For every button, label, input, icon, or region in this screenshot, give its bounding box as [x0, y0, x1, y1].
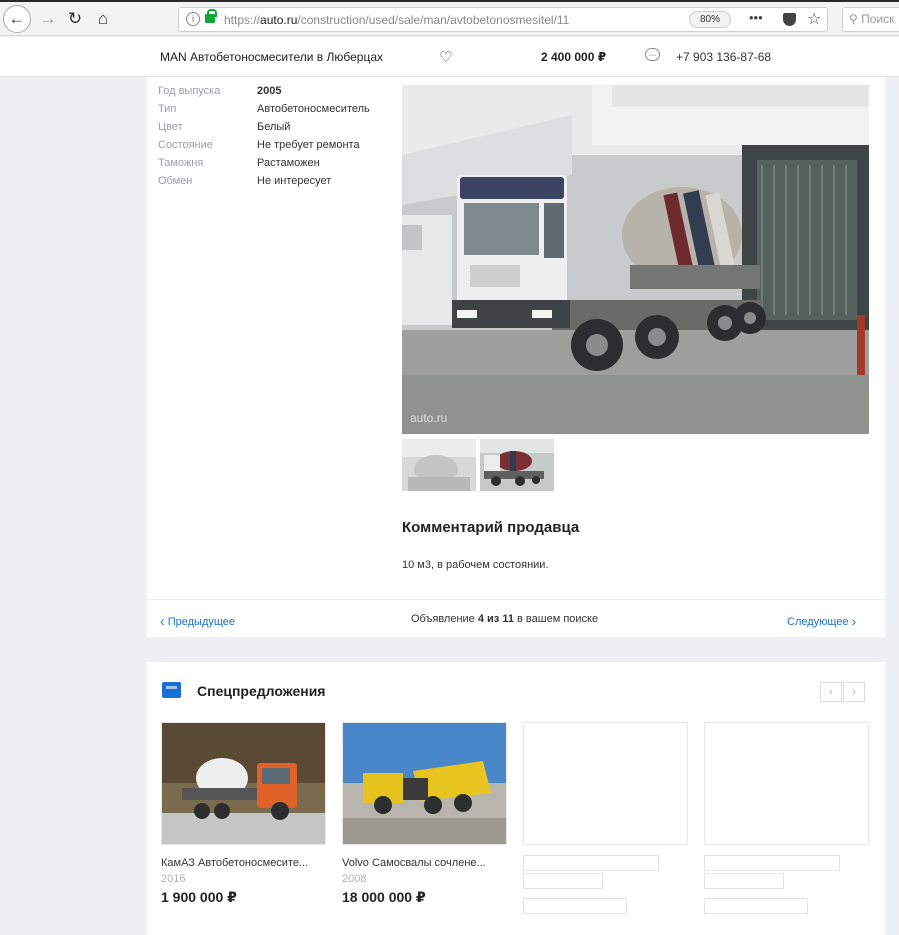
- more-icon[interactable]: •••: [749, 10, 763, 25]
- offer-year: 2016: [161, 873, 186, 885]
- offer-image[interactable]: [342, 722, 507, 845]
- url-text[interactable]: https://auto.ru/construction/used/sale/m…: [224, 13, 674, 27]
- specs-table: Год выпуска 2005 Тип Автобетоносмеситель Ц…: [158, 85, 370, 193]
- photo-thumbnails: [402, 439, 554, 491]
- spec-key: Таможня: [158, 157, 204, 169]
- spec-value: Растаможен: [257, 157, 320, 169]
- seller-phone[interactable]: +7 903 136-87-68: [676, 50, 771, 64]
- spec-key: Тип: [158, 103, 177, 115]
- info-icon[interactable]: i: [186, 12, 200, 26]
- spec-value: Белый: [257, 121, 291, 133]
- spec-row: Состояние Не требует ремонта: [158, 139, 370, 157]
- offer-year: 2008: [342, 873, 367, 885]
- placeholder-line: [523, 855, 659, 871]
- next-listing-link[interactable]: Следующее ›: [787, 613, 856, 629]
- offer-image[interactable]: [161, 722, 326, 845]
- placeholder-line: [523, 873, 603, 889]
- offer-name[interactable]: КамАЗ Автобетоносмесите...: [161, 857, 326, 869]
- spec-row: Тип Автобетоносмеситель: [158, 103, 370, 121]
- spec-key: Цвет: [158, 121, 183, 133]
- offers-icon: [162, 682, 181, 698]
- carousel-next-button[interactable]: ›: [843, 682, 865, 702]
- offer-placeholder: [523, 722, 688, 845]
- spec-row: Таможня Растаможен: [158, 157, 370, 175]
- spec-value: Не интересует: [257, 175, 332, 187]
- lock-icon: [205, 9, 217, 23]
- photo-watermark: auto.ru: [410, 411, 448, 425]
- offers-title: Спецпредложения: [197, 683, 326, 699]
- browser-toolbar: ← → ↻ ⌂ i https://auto.ru/construction/u…: [0, 0, 899, 36]
- placeholder-line: [704, 855, 840, 871]
- offer-name[interactable]: Volvo Самосвалы сочлене...: [342, 857, 507, 869]
- zoom-indicator[interactable]: 80%: [689, 11, 731, 28]
- offer-price: 18 000 000 ₽: [342, 889, 426, 905]
- listing-card: Год выпуска 2005 Тип Автобетоносмеситель Ц…: [147, 77, 885, 637]
- pocket-icon[interactable]: [783, 13, 796, 26]
- placeholder-line: [704, 873, 784, 889]
- sticky-header: MAN Автобетоносмесители в Люберцах ♡ 2 4…: [0, 37, 899, 77]
- placeholder-image: [523, 722, 688, 845]
- spec-key: Состояние: [158, 139, 213, 151]
- spec-value: Не требует ремонта: [257, 139, 360, 151]
- chevron-left-icon: ‹: [160, 613, 165, 629]
- forward-icon[interactable]: →: [35, 6, 61, 32]
- placeholder-image: [704, 722, 869, 845]
- pager-position: Объявление 4 из 11 в вашем поиске: [411, 613, 599, 625]
- reload-icon[interactable]: ↻: [62, 6, 88, 32]
- listing-pager: ‹ Предыдущее Объявление 4 из 11 в вашем …: [147, 599, 885, 637]
- placeholder-line: [523, 898, 627, 914]
- comment-text: 10 м3, в рабочем состоянии.: [402, 559, 549, 571]
- search-input[interactable]: ⚲ Поиск: [842, 7, 899, 32]
- placeholder-line: [704, 898, 808, 914]
- chevron-right-icon: ›: [851, 613, 857, 629]
- offer-card[interactable]: Volvo Самосвалы сочлене... 2008 18 000 0…: [342, 722, 507, 906]
- listing-price: 2 400 000 ₽: [541, 50, 607, 64]
- thumbnail[interactable]: [402, 439, 476, 491]
- search-icon: ⚲: [849, 12, 862, 26]
- star-icon[interactable]: ☆: [807, 9, 821, 29]
- spec-key: Год выпуска: [158, 85, 221, 97]
- offer-placeholder: [704, 722, 869, 845]
- thumbnail[interactable]: [480, 439, 554, 491]
- spec-value: Автобетоносмеситель: [257, 103, 370, 115]
- spec-row: Цвет Белый: [158, 121, 370, 139]
- spec-key: Обмен: [158, 175, 193, 187]
- prev-listing-link[interactable]: ‹ Предыдущее: [160, 613, 235, 629]
- spec-row: Обмен Не интересует: [158, 175, 370, 193]
- spec-value: 2005: [257, 85, 282, 97]
- carousel-prev-button[interactable]: ‹: [820, 682, 842, 702]
- offer-card[interactable]: КамАЗ Автобетоносмесите... 2016 1 900 00…: [161, 722, 326, 906]
- comment-title: Комментарий продавца: [402, 519, 580, 536]
- home-icon[interactable]: ⌂: [90, 6, 116, 32]
- heart-icon[interactable]: ♡: [439, 48, 452, 66]
- offer-price: 1 900 000 ₽: [161, 889, 237, 905]
- spec-row: Год выпуска 2005: [158, 85, 370, 103]
- chat-icon[interactable]: …: [645, 48, 660, 61]
- listing-title: MAN Автобетоносмесители в Люберцах: [160, 50, 384, 64]
- back-icon[interactable]: ←: [3, 5, 31, 33]
- special-offers: Спецпредложения ‹ › КамАЗ Автобетоносмес…: [147, 662, 885, 935]
- url-bar[interactable]: i https://auto.ru/construction/used/sale…: [178, 7, 828, 32]
- main-photo[interactable]: auto.ru: [402, 85, 869, 434]
